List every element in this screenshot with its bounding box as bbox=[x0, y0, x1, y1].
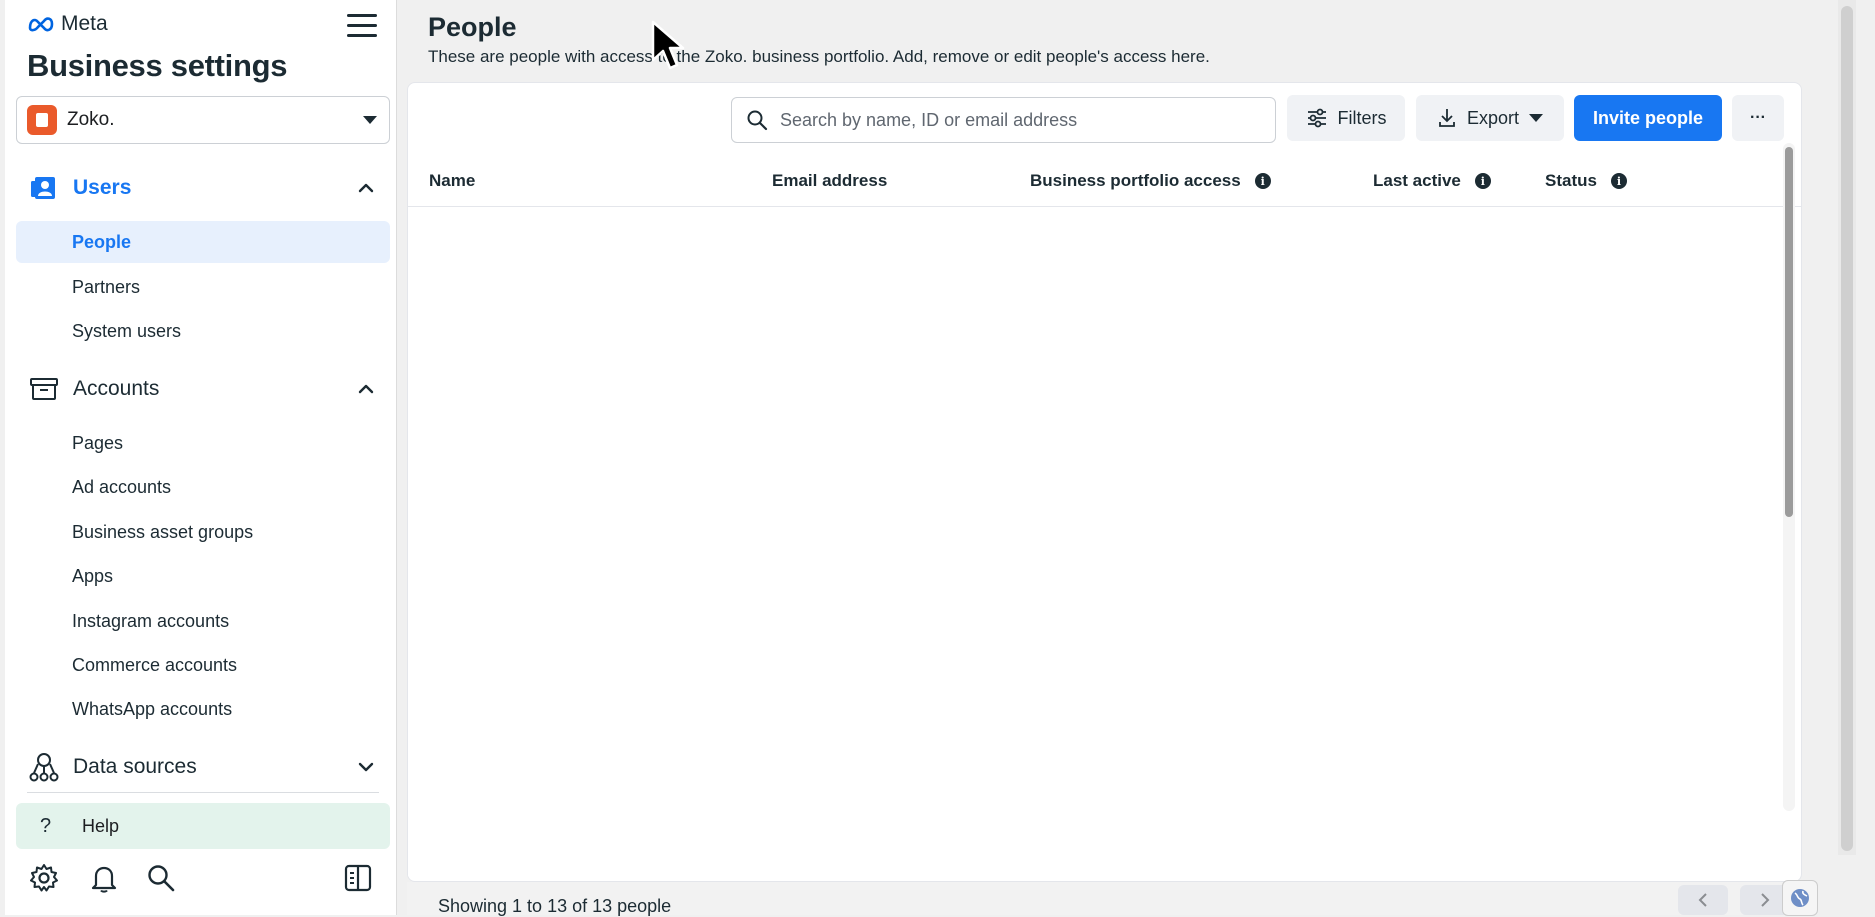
section-users-label: Users bbox=[73, 176, 132, 199]
column-name-label: Name bbox=[429, 171, 476, 190]
meta-infinity-icon bbox=[28, 17, 54, 32]
people-panel: Filters Export Invite people ··· Name Em… bbox=[407, 82, 1802, 882]
gear-icon[interactable] bbox=[28, 862, 60, 894]
users-icon bbox=[27, 171, 61, 205]
help-item[interactable]: ? Help bbox=[16, 803, 390, 849]
chevron-up-icon[interactable] bbox=[355, 378, 377, 400]
chevron-up-icon[interactable] bbox=[355, 177, 377, 199]
sidebar-divider bbox=[27, 792, 379, 793]
collapse-sidebar-icon[interactable] bbox=[342, 862, 374, 894]
column-portfolio-access-label: Business portfolio access bbox=[1030, 171, 1241, 190]
sidebar-item-ad-accounts[interactable]: Ad accounts bbox=[16, 466, 390, 508]
question-mark-icon: ? bbox=[40, 814, 52, 837]
sidebar-item-pages[interactable]: Pages bbox=[16, 422, 390, 464]
data-sources-icon bbox=[27, 750, 61, 784]
mouse-cursor-icon bbox=[651, 20, 685, 70]
bell-icon[interactable] bbox=[88, 862, 120, 894]
info-icon[interactable]: i bbox=[1254, 173, 1271, 189]
table-body bbox=[408, 207, 1793, 877]
sidebar-item-business-asset-groups[interactable]: Business asset groups bbox=[16, 511, 390, 553]
more-options-button[interactable]: ··· bbox=[1732, 95, 1784, 141]
chevron-right-icon bbox=[1761, 893, 1770, 907]
sidebar-item-system-users[interactable]: System users bbox=[16, 310, 390, 352]
section-accounts[interactable]: Accounts bbox=[27, 369, 377, 409]
search-icon[interactable] bbox=[145, 862, 177, 894]
archive-box-icon bbox=[27, 372, 61, 406]
column-last-active[interactable]: Last active i bbox=[1373, 155, 1491, 207]
section-data-sources-label: Data sources bbox=[73, 755, 197, 778]
sidebar-item-whatsapp-accounts[interactable]: WhatsApp accounts bbox=[16, 688, 390, 730]
invite-people-button[interactable]: Invite people bbox=[1574, 95, 1722, 141]
info-icon[interactable]: i bbox=[1474, 173, 1491, 189]
meta-brand-text: Meta bbox=[61, 12, 108, 35]
portfolio-avatar bbox=[27, 105, 57, 135]
search-box[interactable] bbox=[731, 97, 1276, 143]
export-label: Export bbox=[1466, 107, 1520, 128]
page-scrollbar[interactable] bbox=[1838, 0, 1856, 855]
sidebar-item-apps[interactable]: Apps bbox=[16, 555, 390, 597]
column-status-label: Status bbox=[1545, 171, 1597, 190]
table-header: Name Email address Business portfolio ac… bbox=[408, 155, 1801, 207]
globe-icon[interactable] bbox=[1782, 880, 1818, 916]
chevron-down-icon[interactable] bbox=[355, 756, 377, 778]
page-title: People bbox=[428, 12, 517, 42]
column-name[interactable]: Name bbox=[429, 155, 475, 207]
table-scrollbar[interactable] bbox=[1783, 143, 1795, 811]
page-description: These are people with access to the Zoko… bbox=[428, 47, 1210, 66]
caret-down-icon bbox=[363, 116, 377, 124]
table-footer: Showing 1 to 13 of 13 people bbox=[407, 882, 1802, 916]
sidebar-title: Business settings bbox=[27, 48, 288, 83]
table-scrollbar-thumb[interactable] bbox=[1785, 147, 1793, 517]
sidebar-item-commerce-accounts[interactable]: Commerce accounts bbox=[16, 644, 390, 686]
filters-button[interactable]: Filters bbox=[1287, 95, 1405, 141]
meta-logo[interactable]: Meta bbox=[27, 12, 108, 36]
results-count: Showing 1 to 13 of 13 people bbox=[438, 896, 672, 916]
column-portfolio-access[interactable]: Business portfolio access i bbox=[1030, 155, 1271, 207]
menu-icon[interactable] bbox=[347, 14, 377, 40]
sidebar-item-instagram-accounts[interactable]: Instagram accounts bbox=[16, 600, 390, 642]
section-accounts-label: Accounts bbox=[73, 377, 160, 400]
section-users[interactable]: Users bbox=[27, 168, 377, 208]
column-last-active-label: Last active bbox=[1373, 171, 1461, 190]
column-email[interactable]: Email address bbox=[772, 155, 887, 207]
portfolio-selector[interactable]: Zoko. bbox=[16, 96, 390, 144]
column-email-label: Email address bbox=[772, 171, 888, 190]
filters-label: Filters bbox=[1337, 107, 1387, 128]
help-label: Help bbox=[82, 815, 120, 836]
sidebar-bottom-toolbar bbox=[5, 862, 397, 898]
page-scrollbar-thumb[interactable] bbox=[1841, 6, 1853, 851]
sidebar-item-partners[interactable]: Partners bbox=[16, 266, 390, 308]
info-icon[interactable]: i bbox=[1610, 173, 1627, 189]
column-status[interactable]: Status i bbox=[1545, 155, 1627, 207]
caret-down-icon bbox=[1529, 114, 1544, 122]
previous-page-button[interactable] bbox=[1678, 885, 1728, 915]
portfolio-name: Zoko. bbox=[67, 109, 115, 130]
search-input[interactable] bbox=[778, 108, 1262, 132]
chevron-left-icon bbox=[1698, 893, 1707, 907]
download-icon bbox=[1439, 109, 1455, 127]
sidebar: Meta Business settings Zoko. Users Peopl… bbox=[5, 0, 397, 915]
search-icon bbox=[747, 110, 768, 131]
sliders-icon bbox=[1307, 108, 1326, 128]
sidebar-item-people[interactable]: People bbox=[16, 221, 390, 263]
section-data-sources[interactable]: Data sources bbox=[27, 747, 377, 787]
export-button[interactable]: Export bbox=[1416, 95, 1564, 141]
